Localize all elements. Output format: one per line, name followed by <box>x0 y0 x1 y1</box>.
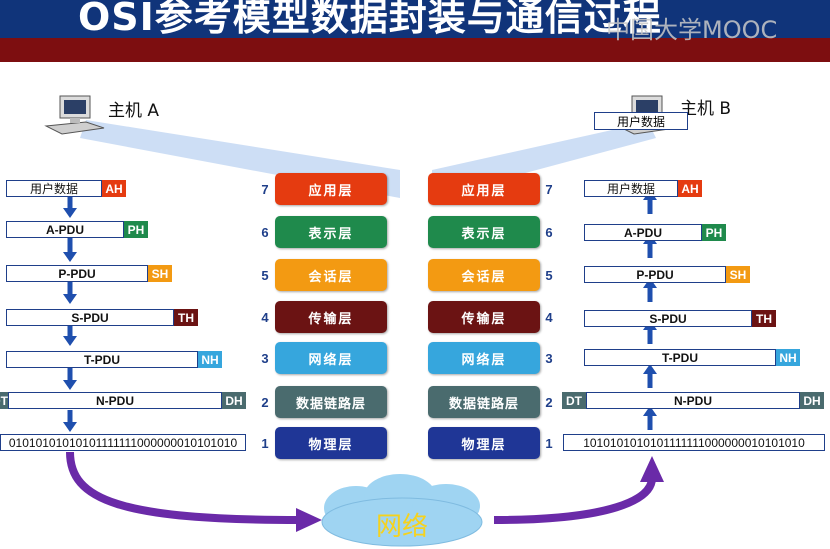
host-b-screen-text: 用户数据 <box>594 112 688 130</box>
header-dh-b: DH <box>800 392 824 409</box>
header-ph-b: PH <box>702 224 726 241</box>
header-sh-a: SH <box>148 265 172 282</box>
network-label: 网络 <box>375 512 428 542</box>
layer-number: 7 <box>261 182 269 197</box>
n-pdu-b: N-PDU <box>586 392 800 409</box>
p-pdu-b: P-PDU <box>584 266 726 283</box>
header-th-b: TH <box>752 310 776 327</box>
down-arrow <box>63 294 77 304</box>
computer-icon <box>44 95 105 135</box>
receive-arrowhead <box>640 456 664 482</box>
header-sh-b: SH <box>726 266 750 283</box>
n-pdu-a: N-PDU <box>8 392 222 409</box>
bitstream-b: 1010101010101111111000000010101010 <box>563 434 825 451</box>
layer-transport-b: 传输层 <box>428 301 540 333</box>
trailer-dt-a: DT <box>0 392 8 409</box>
header-nh-b: NH <box>776 349 800 366</box>
down-arrow <box>63 380 77 390</box>
layer-number: 6 <box>261 225 269 240</box>
down-arrow <box>63 336 77 346</box>
header-ah-a: AH <box>102 180 126 197</box>
layer-presentation-a: 表示层 <box>275 216 387 248</box>
user-data-a: 用户数据 <box>6 180 102 197</box>
layer-number: 7 <box>545 182 553 197</box>
layer-transport-a: 传输层 <box>275 301 387 333</box>
layer-number: 3 <box>261 351 269 366</box>
send-curve-arrow <box>66 451 301 524</box>
t-pdu-a: T-PDU <box>6 351 198 368</box>
header-dh-a: DH <box>222 392 246 409</box>
layer-datalink-b: 数据链路层 <box>428 386 540 418</box>
header-ah-b: AH <box>678 180 702 197</box>
layer-number: 3 <box>545 351 553 366</box>
layer-number: 6 <box>545 225 553 240</box>
layer-network-a: 网络层 <box>275 342 387 374</box>
layer-physical-b: 物理层 <box>428 427 540 459</box>
layer-number: 4 <box>545 310 553 325</box>
trailer-dt-b: DT <box>562 392 586 409</box>
layer-network-b: 网络层 <box>428 342 540 374</box>
s-pdu-a: S-PDU <box>6 309 174 326</box>
a-pdu-b: A-PDU <box>584 224 702 241</box>
down-arrow <box>63 422 77 432</box>
p-pdu-a: P-PDU <box>6 265 148 282</box>
s-pdu-b: S-PDU <box>584 310 752 327</box>
layer-session-b: 会话层 <box>428 259 540 291</box>
layer-number: 5 <box>261 268 269 283</box>
header-th-a: TH <box>174 309 198 326</box>
t-pdu-b: T-PDU <box>584 349 776 366</box>
layer-session-a: 会话层 <box>275 259 387 291</box>
layer-datalink-a: 数据链路层 <box>275 386 387 418</box>
header-ph-a: PH <box>124 221 148 238</box>
send-arrowhead <box>296 508 322 532</box>
layer-number: 1 <box>261 436 269 451</box>
layer-presentation-b: 表示层 <box>428 216 540 248</box>
layer-number: 1 <box>545 436 553 451</box>
layer-number: 2 <box>545 395 553 410</box>
layer-physical-a: 物理层 <box>275 427 387 459</box>
layer-application-a: 应用层 <box>275 173 387 205</box>
header-nh-a: NH <box>198 351 222 368</box>
layer-application-b: 应用层 <box>428 173 540 205</box>
host-a-label: 主机 A <box>108 101 160 121</box>
a-pdu-a: A-PDU <box>6 221 124 238</box>
slide: OSI参考模型数据封装与通信过程 中国大学MOOC 主机 A 主机 B 用户数据… <box>0 0 830 549</box>
bitstream-a: 01010101010101111111000000010101010 <box>0 434 246 451</box>
layer-number: 5 <box>545 268 553 283</box>
layer-number: 4 <box>261 310 269 325</box>
down-arrow <box>63 208 77 218</box>
receive-curve-arrow <box>493 477 656 524</box>
down-arrow <box>63 252 77 262</box>
user-data-b: 用户数据 <box>584 180 678 197</box>
layer-number: 2 <box>261 395 269 410</box>
